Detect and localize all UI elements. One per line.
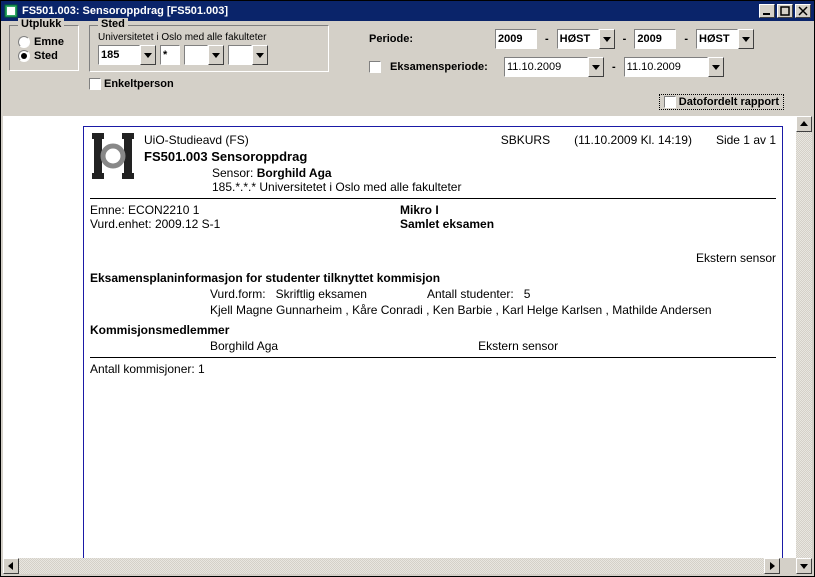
chevron-down-icon[interactable] xyxy=(140,45,156,65)
report-viewport: UiO-Studieavd (FS) SBKURS (11.10.2009 Kl… xyxy=(3,116,796,558)
separator xyxy=(90,198,776,199)
eksamensperiode-from-value[interactable]: 11.10.2009 xyxy=(504,57,588,77)
emne-value: ECON2210 1 xyxy=(128,203,199,217)
chevron-down-icon[interactable] xyxy=(252,45,268,65)
antall-value: 5 xyxy=(524,287,531,301)
separator xyxy=(90,357,776,358)
sted-legend: Sted xyxy=(98,18,128,30)
enkeltperson-label: Enkeltperson xyxy=(104,78,174,90)
periode-sem-from[interactable]: HØST xyxy=(557,29,615,49)
datofordelt-checkbox[interactable] xyxy=(664,96,676,108)
window-title: FS501.003: Sensoroppdrag [FS501.003] xyxy=(22,5,759,17)
emne-label: Emne: xyxy=(90,203,125,217)
datofordelt-row: Datofordelt rapport xyxy=(1,90,814,110)
utplukk-group: Utplukk Emne Sted xyxy=(9,25,79,71)
horizontal-scrollbar[interactable] xyxy=(3,558,796,574)
close-button[interactable] xyxy=(795,4,811,18)
datofordelt-label: Datofordelt rapport xyxy=(679,96,779,108)
sensor-name: Borghild Aga xyxy=(257,166,332,180)
chevron-down-icon[interactable] xyxy=(208,45,224,65)
emne-name: Mikro I xyxy=(400,203,439,217)
scroll-corner xyxy=(780,558,796,574)
radio-emne-input[interactable] xyxy=(18,36,30,48)
maximize-button[interactable] xyxy=(777,4,793,18)
dash: - xyxy=(623,33,627,45)
periode-label: Periode: xyxy=(369,33,489,45)
report-role: Ekstern sensor xyxy=(90,251,776,265)
window: FS501.003: Sensoroppdrag [FS501.003] Utp… xyxy=(0,0,815,577)
report-user: SBKURS xyxy=(501,133,550,147)
eksamensperiode-to-value[interactable]: 11.10.2009 xyxy=(624,57,708,77)
sted-field-4[interactable] xyxy=(228,45,268,65)
report-scope: 185.*.*.* Universitetet i Oslo med alle … xyxy=(212,180,776,194)
sted-field-4-value[interactable] xyxy=(228,45,252,65)
toolbar: Utplukk Emne Sted Sted Universitetet i O… xyxy=(1,21,814,90)
scroll-left-button[interactable] xyxy=(3,558,19,574)
eksamensperiode-checkbox[interactable] xyxy=(369,61,381,73)
sted-field-3[interactable] xyxy=(184,45,224,65)
scroll-track[interactable] xyxy=(796,132,812,558)
komm-title: Kommisjonsmedlemmer xyxy=(90,323,776,337)
enkeltperson-checkbox-row[interactable]: Enkeltperson xyxy=(89,78,329,90)
sted-field-3-value[interactable] xyxy=(184,45,208,65)
periode-sem-to[interactable]: HØST xyxy=(696,29,754,49)
sensor-label: Sensor: xyxy=(212,166,253,180)
report-footer: Antall kommisjoner: 1 xyxy=(90,362,776,376)
periode-year-from[interactable]: 2009 xyxy=(495,29,537,49)
vurdform-value: Skriftlig eksamen xyxy=(276,287,367,301)
student-names: Kjell Magne Gunnarheim , Kåre Conradi , … xyxy=(210,303,750,317)
utplukk-legend: Utplukk xyxy=(18,18,64,30)
eksamensperiode-from[interactable]: 11.10.2009 xyxy=(504,57,604,77)
report-org: UiO-Studieavd (FS) xyxy=(144,133,477,147)
vurdform-label: Vurd.form: xyxy=(210,287,266,301)
minimize-button[interactable] xyxy=(759,4,775,18)
eksamensperiode-label: Eksamensperiode: xyxy=(390,61,498,73)
sted-field-1-value[interactable]: 185 xyxy=(98,45,140,65)
periode-sem-to-value[interactable]: HØST xyxy=(696,29,738,49)
antall-label: Antall studenter: xyxy=(427,287,514,301)
app-icon xyxy=(4,4,18,18)
report-title: FS501.003 Sensoroppdrag xyxy=(144,149,776,164)
chevron-down-icon[interactable] xyxy=(738,29,754,49)
radio-sted-label: Sted xyxy=(34,50,58,62)
sted-description: Universitetet i Oslo med alle fakulteter xyxy=(98,32,320,43)
sted-field-1[interactable]: 185 xyxy=(98,45,156,65)
window-buttons xyxy=(759,4,811,18)
scroll-down-button[interactable] xyxy=(796,558,812,574)
vertical-scrollbar[interactable] xyxy=(796,116,812,574)
sted-group: Sted Universitetet i Oslo med alle fakul… xyxy=(89,25,329,72)
dash: - xyxy=(684,33,688,45)
report-page-num: Side 1 av 1 xyxy=(716,133,776,147)
dash: - xyxy=(612,61,616,73)
radio-sted-input[interactable] xyxy=(18,50,30,62)
vurd-label: Vurd.enhet: xyxy=(90,217,152,231)
komm-name: Borghild Aga xyxy=(210,339,278,353)
chevron-down-icon[interactable] xyxy=(708,57,724,77)
chevron-down-icon[interactable] xyxy=(588,57,604,77)
komm-role: Ekstern sensor xyxy=(478,339,558,353)
enkeltperson-checkbox[interactable] xyxy=(89,78,101,90)
radio-emne[interactable]: Emne xyxy=(18,36,70,48)
report-area: UiO-Studieavd (FS) SBKURS (11.10.2009 Kl… xyxy=(3,116,812,574)
radio-emne-label: Emne xyxy=(34,36,64,48)
sted-field-2[interactable]: * xyxy=(160,45,180,65)
periode-block: Periode: 2009 - HØST - 2009 - HØST Eksam… xyxy=(369,29,806,77)
scroll-up-button[interactable] xyxy=(796,116,812,132)
report-timestamp: (11.10.2009 Kl. 14:19) xyxy=(574,133,692,147)
dash: - xyxy=(545,33,549,45)
report-page: UiO-Studieavd (FS) SBKURS (11.10.2009 Kl… xyxy=(83,126,783,558)
eksamensperiode-to[interactable]: 11.10.2009 xyxy=(624,57,724,77)
vurd-value: 2009.12 S-1 xyxy=(155,217,220,231)
scroll-track[interactable] xyxy=(19,558,764,574)
periode-year-to[interactable]: 2009 xyxy=(634,29,676,49)
datofordelt-checkbox-row[interactable]: Datofordelt rapport xyxy=(659,94,784,110)
chevron-down-icon[interactable] xyxy=(599,29,615,49)
logo-icon xyxy=(90,133,136,179)
periode-sem-from-value[interactable]: HØST xyxy=(557,29,599,49)
radio-sted[interactable]: Sted xyxy=(18,50,70,62)
plan-title: Eksamensplaninformasjon for studenter ti… xyxy=(90,271,776,285)
vurd-name: Samlet eksamen xyxy=(400,217,494,231)
scroll-right-button[interactable] xyxy=(764,558,780,574)
